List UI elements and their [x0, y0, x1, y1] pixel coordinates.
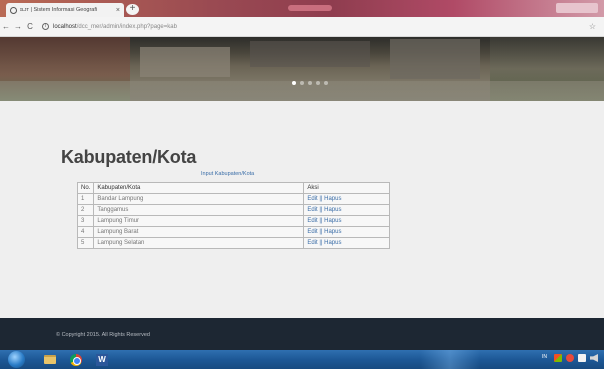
- info-icon[interactable]: i: [42, 23, 49, 30]
- url-host: localhost: [53, 23, 77, 30]
- row-name: Lampung Timur: [93, 215, 305, 227]
- volume-icon[interactable]: [590, 354, 598, 362]
- table-header-row: No. Kabupaten/Kota Aksi: [76, 182, 390, 194]
- table-row: 4 Lampung Barat Edit || Hapus: [76, 226, 390, 238]
- network-icon[interactable]: [578, 354, 586, 362]
- row-name: Lampung Selatan: [93, 237, 305, 249]
- taskbar: W IN: [0, 350, 604, 369]
- folder-icon: [44, 355, 56, 364]
- hero-photo-building: [390, 39, 480, 79]
- table-row: 2 Tanggamus Edit || Hapus: [76, 204, 390, 216]
- table-row: 5 Lampung Selatan Edit || Hapus: [76, 237, 390, 249]
- row-number: 4: [76, 226, 95, 238]
- row-actions[interactable]: Edit || Hapus: [303, 193, 390, 205]
- taskbar-chrome[interactable]: [66, 351, 86, 368]
- new-tab-button[interactable]: +: [126, 4, 139, 15]
- hero-photo-building: [140, 47, 230, 77]
- footer: © Copyright 2015. All Rights Reserved: [0, 318, 604, 350]
- browser-tab-bar: ɪʟᴊᴛ | Sistem Informasi Geografi × +: [0, 0, 604, 17]
- taskbar-word[interactable]: W: [92, 351, 112, 368]
- column-header-no: No.: [76, 182, 95, 194]
- url-path: /dcc_mer/admin/index.php?page=kab: [76, 23, 177, 30]
- row-number: 1: [76, 193, 95, 205]
- system-tray: IN: [542, 354, 598, 362]
- carousel-indicators: [292, 81, 328, 85]
- close-tab-icon[interactable]: ×: [116, 7, 120, 14]
- hero-photo-building: [250, 41, 370, 67]
- forward-button[interactable]: →: [12, 22, 24, 31]
- taskbar-explorer[interactable]: [40, 351, 60, 368]
- kabupaten-table: No. Kabupaten/Kota Aksi 1 Bandar Lampung E…: [76, 182, 390, 249]
- table-row: 1 Bandar Lampung Edit || Hapus: [76, 193, 390, 205]
- reload-button[interactable]: C: [24, 22, 36, 31]
- tab-bar-decoration: [288, 5, 332, 11]
- row-number: 3: [76, 215, 95, 227]
- row-name: Lampung Barat: [93, 226, 305, 238]
- language-indicator[interactable]: IN: [542, 354, 550, 362]
- row-actions[interactable]: Edit || Hapus: [303, 237, 390, 249]
- row-actions[interactable]: Edit || Hapus: [303, 226, 390, 238]
- main-content: Kabupaten/Kota Input Kabupaten/Kota No. …: [0, 101, 604, 318]
- action-center-icon[interactable]: [554, 354, 562, 362]
- chrome-icon: [70, 353, 82, 366]
- carousel-dot[interactable]: [308, 81, 312, 85]
- taskbar-glow: [420, 350, 480, 369]
- row-actions[interactable]: Edit || Hapus: [303, 215, 390, 227]
- tab-title: ɪʟᴊᴛ | Sistem Informasi Geografi: [20, 7, 98, 13]
- column-header-name: Kabupaten/Kota: [93, 182, 305, 194]
- carousel-dot[interactable]: [300, 81, 304, 85]
- table-row: 3 Lampung Timur Edit || Hapus: [76, 215, 390, 227]
- back-button[interactable]: ←: [0, 22, 12, 31]
- start-button[interactable]: [8, 351, 25, 368]
- carousel-dot[interactable]: [292, 81, 296, 85]
- row-name: Bandar Lampung: [93, 193, 305, 205]
- input-kabupaten-link[interactable]: Input Kabupaten/Kota: [201, 171, 254, 177]
- copyright-text: © Copyright 2015. All Rights Reserved: [56, 332, 150, 338]
- word-icon: W: [96, 353, 108, 366]
- carousel-dot[interactable]: [324, 81, 328, 85]
- row-number: 5: [76, 237, 95, 249]
- notification-icon[interactable]: [566, 354, 574, 362]
- window-controls[interactable]: [556, 3, 598, 13]
- browser-tab[interactable]: ɪʟᴊᴛ | Sistem Informasi Geografi ×: [6, 3, 124, 17]
- row-actions[interactable]: Edit || Hapus: [303, 204, 390, 216]
- address-bar: ← → C i localhost /dcc_mer/admin/index.p…: [0, 17, 604, 37]
- column-header-aksi: Aksi: [303, 182, 390, 194]
- page-title: Kabupaten/Kota: [61, 147, 197, 167]
- carousel-dot[interactable]: [316, 81, 320, 85]
- url-field[interactable]: i localhost /dcc_mer/admin/index.php?pag…: [42, 23, 177, 30]
- row-number: 2: [76, 204, 95, 216]
- row-name: Tanggamus: [93, 204, 305, 216]
- bookmark-star-icon[interactable]: ☆: [589, 22, 596, 31]
- hero-carousel: [0, 37, 604, 101]
- favicon-icon: [10, 6, 17, 14]
